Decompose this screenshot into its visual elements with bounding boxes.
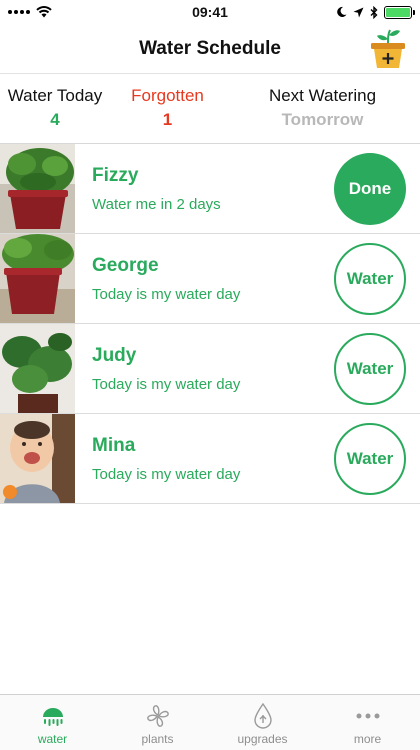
bluetooth-icon bbox=[370, 5, 378, 19]
next-watering-stat: Next Watering Tomorrow bbox=[225, 74, 420, 143]
water-button[interactable]: Water bbox=[334, 423, 406, 495]
watering-summary: Water Today 4 Forgotten 1 Next Watering … bbox=[0, 74, 420, 144]
battery-icon bbox=[384, 5, 415, 19]
page-title: Water Schedule bbox=[139, 37, 281, 59]
plant-row-fizzy[interactable]: Fizzy Water me in 2 days Done bbox=[0, 144, 420, 234]
tab-label: more bbox=[353, 732, 382, 746]
forgotten-stat: Forgotten 1 bbox=[110, 74, 225, 143]
plant-row-george[interactable]: George Today is my water day Water bbox=[0, 234, 420, 324]
water-today-count: 4 bbox=[50, 110, 60, 129]
water-today-label: Water Today bbox=[7, 86, 103, 105]
next-watering-label: Next Watering bbox=[268, 86, 377, 105]
tab-label: plants bbox=[141, 732, 174, 746]
tab-more[interactable]: more bbox=[315, 695, 420, 750]
plant-photo-george bbox=[0, 234, 75, 323]
tab-upgrades[interactable]: upgrades bbox=[210, 695, 315, 750]
plant-photo-fizzy bbox=[0, 144, 75, 233]
add-plant-button[interactable] bbox=[368, 26, 408, 70]
plant-row-judy[interactable]: Judy Today is my water day Water bbox=[0, 324, 420, 414]
status-left bbox=[8, 6, 52, 18]
moon-icon bbox=[337, 6, 347, 17]
plant-pot-add-icon bbox=[371, 29, 405, 68]
tab-water[interactable]: water bbox=[0, 695, 105, 750]
location-arrow-icon bbox=[353, 7, 364, 17]
nav-bar: Water Schedule bbox=[0, 24, 420, 74]
forgotten-count: 1 bbox=[162, 110, 173, 129]
signal-icon bbox=[8, 10, 30, 14]
watering-can-icon bbox=[41, 703, 65, 729]
next-watering-value: Tomorrow bbox=[281, 110, 364, 129]
status-right bbox=[336, 5, 415, 19]
water-button[interactable]: Water bbox=[334, 333, 406, 405]
drop-icon bbox=[252, 703, 274, 729]
plant-list: Fizzy Water me in 2 days Done George Tod… bbox=[0, 144, 420, 504]
plant-photo-judy bbox=[0, 324, 75, 413]
tab-plants[interactable]: plants bbox=[105, 695, 210, 750]
tab-label: upgrades bbox=[237, 732, 288, 746]
water-button[interactable]: Water bbox=[334, 243, 406, 315]
water-today-stat: Water Today 4 bbox=[0, 74, 110, 143]
tab-bar: water plants upgrades more bbox=[0, 694, 420, 750]
done-button[interactable]: Done bbox=[334, 153, 406, 225]
plant-photo-mina bbox=[0, 414, 75, 503]
more-icon bbox=[355, 703, 381, 729]
forgotten-label: Forgotten bbox=[131, 86, 204, 105]
status-bar: 09:41 bbox=[0, 0, 420, 24]
wifi-icon bbox=[36, 6, 52, 18]
tab-label: water bbox=[37, 732, 68, 746]
fan-icon bbox=[146, 703, 170, 729]
plant-row-mina[interactable]: Mina Today is my water day Water bbox=[0, 414, 420, 504]
